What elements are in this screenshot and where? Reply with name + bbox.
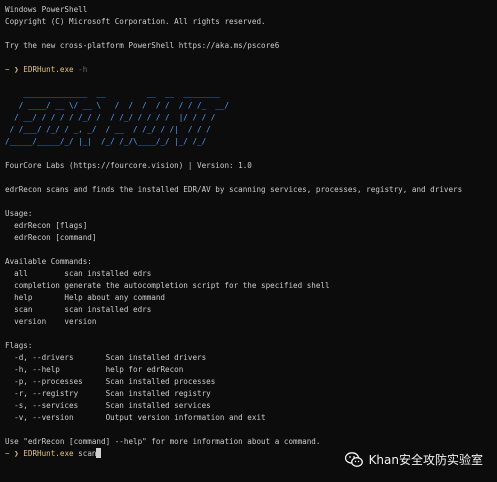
header-title: Windows PowerShell: [5, 5, 88, 14]
command-name: completion: [5, 281, 60, 290]
description-line: edrRecon scans and finds the installed E…: [5, 185, 463, 194]
prompt-arrow: ~ ❯: [5, 65, 19, 74]
flags-title: Flags:: [5, 341, 33, 350]
watermark: Khan安全攻防实验室: [344, 451, 483, 468]
command-exe: EDRHunt.exe: [23, 65, 74, 74]
command-row: all scan installed edrs: [5, 268, 497, 280]
command-name: scan: [5, 305, 33, 314]
banner-line: / /___/ /_/ / _, _/ / __ / /_/ / /| / / …: [5, 125, 211, 134]
command-name: help: [5, 293, 33, 302]
prompt-arrow: ~ ❯: [5, 449, 19, 458]
flag-name: -h, --help: [5, 365, 60, 374]
flag-row: -r, --registry Scan installed registry: [5, 388, 497, 400]
command-name: version: [5, 317, 47, 326]
usage-line: edrRecon [command]: [5, 233, 97, 242]
command-name: all: [5, 269, 28, 278]
flag-desc: help for edrRecon: [105, 365, 184, 374]
command-row: version version: [5, 316, 497, 328]
flag-desc: Output version information and exit: [105, 413, 266, 422]
command-row: help Help about any command: [5, 292, 497, 304]
flag-name: -s, --services: [5, 401, 79, 410]
flag-row: -p, --processes Scan installed processes: [5, 376, 497, 388]
banner-line: / __/ / / / / /_/ / / /_/ / / / / |/ / /…: [5, 113, 216, 122]
command-flag: -h: [78, 65, 88, 74]
command-row: scan scan installed edrs: [5, 304, 497, 316]
flag-row: -h, --help help for edrRecon: [5, 364, 497, 376]
flag-desc: Scan installed drivers: [105, 353, 207, 362]
command-desc: generate the autocompletion script for t…: [64, 281, 330, 290]
command-desc: version: [64, 317, 97, 326]
flag-row: -v, --version Output version information …: [5, 412, 497, 424]
commands-list: all scan installed edrs completion generat…: [5, 268, 497, 328]
flag-row: -d, --drivers Scan installed drivers: [5, 352, 497, 364]
header-try-line: Try the new cross-platform PowerShell ht…: [5, 41, 280, 50]
flag-name: -d, --drivers: [5, 353, 74, 362]
usage-title: Usage:: [5, 209, 33, 218]
flags-list: -d, --drivers Scan installed drivers -h, …: [5, 352, 497, 424]
ascii-banner: ______________ __ __ __ ________ / ____/…: [5, 88, 497, 148]
command-input[interactable]: scan: [78, 449, 96, 458]
flag-row: -s, --services Scan installed services: [5, 400, 497, 412]
command-exe: EDRHunt.exe: [23, 449, 74, 458]
watermark-text: Khan安全攻防实验室: [368, 453, 483, 467]
command-desc: scan installed edrs: [64, 269, 152, 278]
wechat-icon: [344, 451, 363, 467]
commands-title: Available Commands:: [5, 257, 92, 266]
usage-line: edrRecon [flags]: [5, 221, 88, 230]
flag-name: -v, --version: [5, 413, 74, 422]
flag-desc: Scan installed registry: [105, 389, 211, 398]
text-cursor: [96, 448, 102, 458]
command-desc: scan installed edrs: [64, 305, 152, 314]
command-row: completion generate the autocompletion sc…: [5, 280, 497, 292]
command-desc: Help about any command: [64, 293, 166, 302]
flag-desc: Scan installed processes: [105, 377, 216, 386]
terminal-window[interactable]: Windows PowerShell Copyright (C) Microso…: [5, 4, 497, 482]
flag-name: -r, --registry: [5, 389, 79, 398]
banner-line: / ____/ __ \/ __ \ / / / / / / / /_ __/: [5, 101, 230, 110]
banner-line: /_____/_____/_/ |_| /_/ /_/\____/_/ |_/ …: [5, 137, 207, 146]
version-line: FourCore Labs (https://fourcore.vision) …: [5, 161, 252, 170]
help-hint: Use "edrRecon [command] --help" for more…: [5, 437, 321, 446]
header-copyright: Copyright (C) Microsoft Corporation. All…: [5, 17, 266, 26]
flag-name: -p, --processes: [5, 377, 83, 386]
flag-desc: Scan installed services: [105, 401, 211, 410]
prompt-line-1: ~ ❯ EDRHunt.exe -h: [5, 64, 497, 76]
banner-line: ______________ __ __ __ ________: [5, 89, 220, 98]
